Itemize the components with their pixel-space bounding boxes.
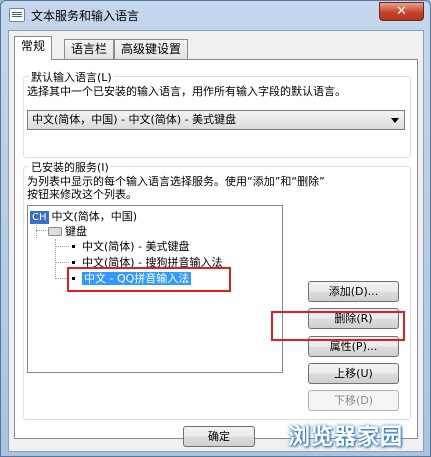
tree-item-sogou-pinyin[interactable]: 中文(简体) - 搜狗拼音输入法 xyxy=(72,255,223,270)
move-down-button[interactable]: 下移(D) xyxy=(308,390,399,411)
default-language-selected-value: 中文(简体，中国) - 中文(简体) - 美式键盘 xyxy=(32,113,237,126)
tree-connector xyxy=(55,239,56,279)
tree-connector xyxy=(55,262,69,263)
installed-services-description-line1: 为列表中显示的每个输入语言选择服务。使用“添加”和“删除” xyxy=(27,175,325,188)
ok-button[interactable]: 确定 xyxy=(183,426,255,447)
add-button[interactable]: 添加(D)... xyxy=(308,281,399,302)
move-up-button[interactable]: 上移(U) xyxy=(308,363,399,384)
installed-services-label: 已安装的服务(I) xyxy=(29,159,111,175)
title-bar[interactable]: 文本服务和输入语言 ✕ xyxy=(1,1,430,29)
tab-language-bar[interactable]: 语言栏 xyxy=(64,39,115,59)
language-badge: CH xyxy=(30,211,49,224)
tree-connector xyxy=(55,278,69,279)
tree-connector xyxy=(36,230,46,231)
tree-language-node[interactable]: CH 中文(简体，中国) xyxy=(30,209,137,224)
tab-advanced-key-settings[interactable]: 高级键设置 xyxy=(114,39,189,59)
default-language-label: 默认输入语言(L) xyxy=(29,69,114,85)
tree-keyboard-node[interactable]: 键盘 xyxy=(48,224,87,239)
bullet-icon xyxy=(72,277,75,280)
chevron-down-icon xyxy=(391,118,399,123)
installed-services-group: 已安装的服务(I) 为列表中显示的每个输入语言选择服务。使用“添加”和“删除” … xyxy=(23,159,411,420)
tree-connector xyxy=(55,246,69,247)
tree-item-label-selected: 中文 - QQ拼音输入法 xyxy=(82,272,192,285)
tree-item-label: 中文(简体) - 美式键盘 xyxy=(82,240,190,253)
keyboard-icon xyxy=(48,227,62,236)
close-button[interactable]: ✕ xyxy=(379,2,424,21)
dialog-window: 文本服务和输入语言 ✕ 常规 语言栏 高级键设置 默认输入语言(L) 选择其中一… xyxy=(0,0,431,457)
properties-button[interactable]: 属性(P)... xyxy=(308,336,399,357)
language-name: 中文(简体，中国) xyxy=(51,210,138,223)
default-language-select[interactable]: 中文(简体，中国) - 中文(简体) - 美式键盘 xyxy=(27,110,405,130)
remove-button[interactable]: 删除(R) xyxy=(308,308,399,329)
watermark-logo: 浏览器家园 xyxy=(288,425,404,450)
bullet-icon xyxy=(72,261,75,264)
bullet-icon xyxy=(72,245,75,248)
default-language-group: 默认输入语言(L) 选择其中一个已安装的输入语言，用作所有输入字段的默认语言。 … xyxy=(23,69,411,158)
dialog-client-area: 常规 语言栏 高级键设置 默认输入语言(L) 选择其中一个已安装的输入语言，用作… xyxy=(8,30,424,452)
tree-item-label: 中文(简体) - 搜狗拼音输入法 xyxy=(82,256,223,269)
keyboard-label: 键盘 xyxy=(65,225,87,238)
services-tree[interactable]: CH 中文(简体，中国) 键盘 中文(简体) - 美式键盘 中文(简体) - 搜… xyxy=(27,205,283,373)
default-language-description: 选择其中一个已安装的输入语言，用作所有输入字段的默认语言。 xyxy=(27,85,346,98)
tree-item-us-keyboard[interactable]: 中文(简体) - 美式键盘 xyxy=(72,239,190,254)
installed-services-description-line2: 按钮来修改这个列表。 xyxy=(27,188,137,201)
tab-general[interactable]: 常规 xyxy=(14,36,53,60)
tab-panel-general: 默认输入语言(L) 选择其中一个已安装的输入语言，用作所有输入字段的默认语言。 … xyxy=(14,59,418,439)
tree-item-qq-pinyin[interactable]: 中文 - QQ拼音输入法 xyxy=(72,271,192,286)
keyboard-icon xyxy=(9,8,25,22)
window-title: 文本服务和输入语言 xyxy=(31,9,140,23)
